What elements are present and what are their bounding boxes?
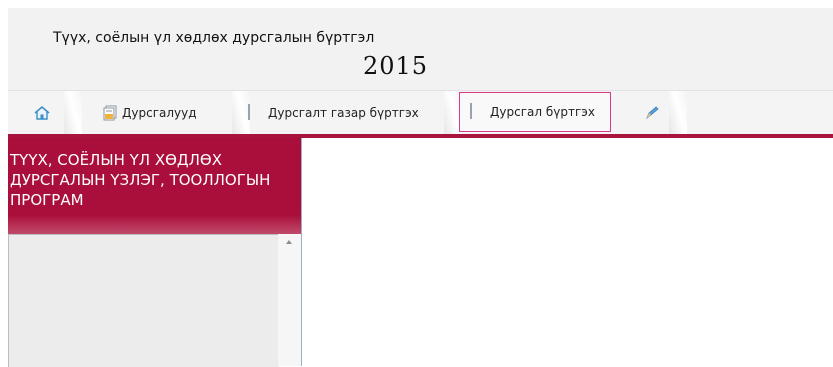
tab-home[interactable] (16, 91, 82, 135)
tab-dursgalt-gazar-burtgeh[interactable]: Дурсгалт газар бүртгэх (248, 91, 462, 135)
pencil-icon (644, 105, 659, 121)
sidebar-list[interactable] (8, 234, 279, 367)
tab-dursgal-burtgeh[interactable]: Дурсгал бүртгэх (459, 92, 611, 132)
scroll-up-arrow-icon[interactable] (286, 240, 292, 244)
tab-separator (669, 91, 687, 135)
document-icon (470, 103, 484, 120)
document-icon (248, 104, 262, 121)
sidebar-header: ТҮҮХ, СОЁЛЫН ҮЛ ХӨДЛӨХ ДУРСГАЛЫН ҮЗЛЭГ, … (8, 138, 301, 234)
tab-dursgaluud[interactable]: Дурсгалууд (102, 91, 250, 135)
tab-label: Дурсгалууд (122, 106, 197, 120)
sidebar: ТҮҮХ, СОЁЛЫН ҮЛ ХӨДЛӨХ ДУРСГАЛЫН ҮЗЛЭГ, … (8, 138, 302, 367)
tab-separator (64, 91, 82, 135)
app-year: 2015 (363, 52, 429, 80)
tab-edit[interactable] (633, 91, 687, 135)
home-icon (33, 105, 50, 121)
tab-label: Дурсгалт газар бүртгэх (268, 106, 419, 120)
document-stack-icon (102, 105, 117, 121)
app-title: Түүх, соёлын үл хөдлөх дурсгалын бүртгэл (53, 30, 375, 46)
main-content-area (301, 138, 833, 366)
sidebar-title: ТҮҮХ, СОЁЛЫН ҮЛ ХӨДЛӨХ ДУРСГАЛЫН ҮЗЛЭГ, … (10, 151, 271, 209)
sidebar-scrollbar[interactable] (278, 234, 301, 366)
app-header: Түүх, соёлын үл хөдлөх дурсгалын бүртгэл… (8, 8, 833, 90)
tab-bar: Дурсгалууд Дурсгалт газар бүртгэх Дурсга… (8, 90, 833, 135)
tab-label: Дурсгал бүртгэх (490, 105, 595, 119)
